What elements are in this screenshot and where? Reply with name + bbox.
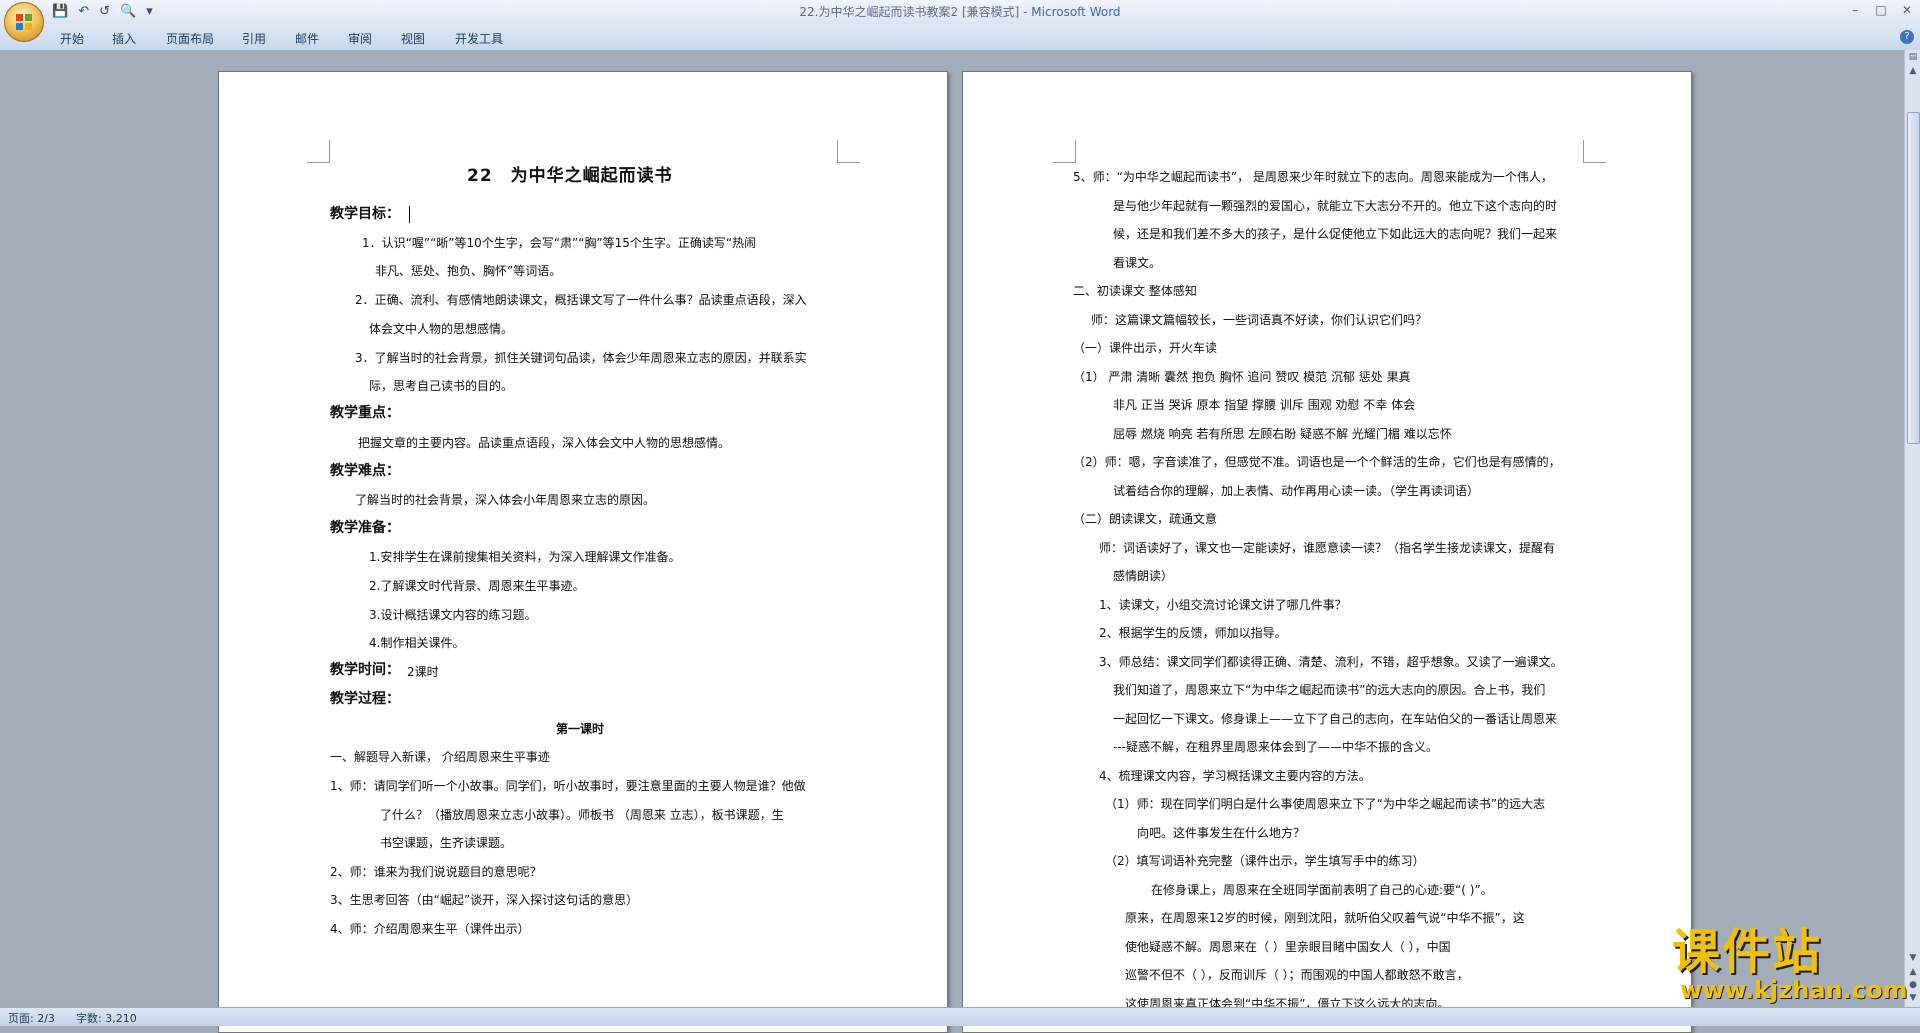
paragraph-line: 是与他少年起就有一颗强烈的爱国心，就能立下大志分不开的。他立下这个志向的时: [1113, 199, 1558, 213]
paragraph-line: 4.制作相关课件。: [369, 636, 465, 650]
scroll-down-icon[interactable]: ▼: [1907, 953, 1919, 964]
status-bar: 页面: 2/3 字数: 3,210: [0, 1007, 1920, 1026]
paragraph-line: 屈辱 燃烧 响亮 若有所思 左顾右盼 疑惑不解 光耀门楣 难以忘怀: [1113, 427, 1452, 441]
section-heading: 教学难点：: [330, 463, 400, 479]
paragraph-line: 际，思考自己读书的目的。: [369, 379, 514, 393]
tab-view[interactable]: 视图: [401, 30, 425, 47]
paragraph-line: （1）师：现在同学们明白是什么事使周恩来立下了“为中华之崛起而读书”的远大志: [1105, 797, 1546, 811]
title-bar: 💾 ↶ ↺ 🔍 ▾ 22.为中华之崛起而读书教案2 [兼容模式] - Micro…: [0, 0, 1920, 24]
section-heading: 教学目标：: [330, 206, 400, 222]
paragraph-line: （一）课件出示，开火车读: [1073, 341, 1218, 355]
paragraph-line: 5、师：“为中华之崛起而读书”， 是周恩来少年时就立下的志向。周恩来能成为一个伟…: [1073, 170, 1553, 184]
paragraph-line: 师：这篇课文篇幅较长，一些词语真不好读，你们认识它们吗？: [1091, 313, 1428, 327]
minimize-icon[interactable]: –: [1842, 0, 1868, 20]
paragraph-line: 非凡、惩处、抱负、胸怀”等词语。: [375, 264, 562, 278]
paragraph-line: 感情朗读）: [1113, 569, 1174, 583]
margin-marker: [307, 140, 330, 163]
paragraph-line: 二、初读课文 整体感知: [1073, 284, 1197, 298]
window-controls: – □ ✕: [1842, 0, 1920, 20]
paragraph-line: 了解当时的社会背景，深入体会小年周恩来立志的原因。: [355, 493, 656, 507]
watermark-text: 课件站: [1672, 924, 1823, 980]
paragraph-line: 书空课题，生齐读课题。: [380, 836, 513, 850]
next-page-icon[interactable]: ▼: [1907, 993, 1919, 1004]
paragraph-line: （1） 严肃 清晰 囊然 抱负 胸怀 追问 赞叹 模范 沉郁 惩处 果真: [1073, 370, 1411, 384]
help-icon[interactable]: ?: [1900, 30, 1914, 44]
section-heading: 教学过程：: [330, 691, 400, 707]
margin-marker: [837, 140, 860, 163]
text-cursor: [409, 206, 410, 223]
previous-page-icon[interactable]: ▲: [1907, 967, 1919, 978]
paragraph-line: 试着结合你的理解，加上表情、动作再用心读一读。（学生再读词语）: [1113, 484, 1480, 498]
paragraph-line: 3．了解当时的社会背景，抓住关键词句品读，体会少年周恩来立志的原因，并联系实: [355, 351, 807, 365]
paragraph-line: 向吧。这件事发生在什么地方？: [1137, 826, 1306, 840]
tab-review[interactable]: 审阅: [348, 30, 372, 47]
scroll-up-icon[interactable]: ▲: [1907, 66, 1919, 77]
paragraph-line: 1、读课文，小组交流讨论课文讲了哪几件事？: [1099, 598, 1347, 612]
tab-home[interactable]: 开始: [60, 30, 84, 47]
tab-mailings[interactable]: 邮件: [295, 30, 319, 47]
paragraph-line: 师：词语读好了，课文也一定能读好，谁愿意读一读？（指名学生接龙读课文，提醒有: [1099, 541, 1556, 555]
paragraph-line: 2．正确、流利、有感情地朗读课文，概括课文写了一件什么事？品读重点语段，深入: [355, 293, 807, 307]
paragraph-line: 1、师：请同学们听一个小故事。同学们，听小故事时，要注意里面的主要人物是谁？他做: [330, 779, 806, 793]
paragraph-line: 一起回忆一下课文。修身课上——立下了自己的志向，在车站伯父的一番话让周恩来: [1113, 712, 1558, 726]
close-icon[interactable]: ✕: [1894, 0, 1920, 20]
restore-icon[interactable]: □: [1868, 0, 1894, 20]
office-button[interactable]: [4, 2, 44, 42]
paragraph-line: 了什么？（播放周恩来立志小故事）。师板书 （周恩来 立志），板书课题，生: [380, 808, 784, 822]
window-title: 22.为中华之崛起而读书教案2 [兼容模式] - Microsoft Word: [799, 5, 1121, 19]
paragraph-line: 3、师总结：课文同学们都读得正确、清楚、流利，不错，超乎想象。又读了一遍课文。: [1099, 655, 1563, 669]
tab-insert[interactable]: 插入: [112, 30, 136, 47]
paragraph-line: 在修身课上，周恩来在全班同学面前表明了自己的心迹:要“( )”。: [1151, 883, 1493, 897]
section-heading: 教学重点：: [330, 405, 400, 421]
select-browse-object-icon[interactable]: ●: [1907, 980, 1919, 991]
paragraph-line: 候，还是和我们差不多大的孩子，是什么促使他立下如此远大的志向呢？我们一起来: [1113, 227, 1558, 241]
paragraph-line: 1.安排学生在课前搜集相关资料，为深入理解课文作准备。: [369, 550, 681, 564]
paragraph-line: ---疑惑不解，在租界里周恩来体会到了——中华不振的含义。: [1113, 740, 1438, 754]
document-page-1: 22 为中华之崛起而读书 教学目标： 1．认识“喔”“晰”等10个生字，会写“肃…: [218, 71, 948, 1033]
paragraph-line: 2、根据学生的反馈，师加以指导。: [1099, 626, 1287, 640]
paragraph-line: 原来，在周恩来12岁的时候，刚到沈阳，就听伯父叹着气说“中华不振”，这: [1125, 911, 1525, 925]
paragraph-line: 看课文。: [1113, 256, 1162, 270]
page-count[interactable]: 页面: 2/3: [8, 1010, 55, 1026]
paragraph-line: 2、师：谁来为我们说说题目的意思呢？: [330, 865, 542, 879]
margin-marker: [1583, 140, 1606, 163]
paragraph-line: 4、师：介绍周恩来生平（课件出示）: [330, 922, 530, 936]
ribbon-tab-bar: 开始 插入 页面布局 引用 邮件 审阅 视图 开发工具 ?: [0, 24, 1920, 51]
margin-marker: [1053, 140, 1076, 163]
paragraph-line: 一、解题导入新课， 介绍周恩来生平事迹: [330, 750, 550, 764]
paragraph-line: 3、生思考回答（由“崛起”谈开，深入探讨这句话的意思）: [330, 893, 639, 907]
paragraph-line: 4、梳理课文内容，学习概括课文主要内容的方法。: [1099, 769, 1371, 783]
watermark-url: www.kjzhan.com: [1680, 976, 1908, 1004]
paragraph-line: 1．认识“喔”“晰”等10个生字，会写“肃”“胸”等15个生字。正确读写“热闹: [362, 236, 757, 250]
scrollbar-thumb[interactable]: [1907, 112, 1920, 444]
subheading-center: 第一课时: [556, 722, 605, 736]
page-title: 22 为中华之崛起而读书: [467, 166, 673, 186]
paragraph-line: 把握文章的主要内容。品读重点语段，深入体会文中人物的思想感情。: [358, 436, 731, 450]
paragraph-line: 巡警不但不（ ），反而训斥（ ）；而围观的中国人都敢怒不敢言，: [1125, 968, 1469, 982]
paragraph-line: （2）师：嗯，字音读准了，但感觉不准。词语也是一个个鲜活的生命，它们也是有感情的…: [1073, 455, 1561, 469]
paragraph-line: 使他疑惑不解。周恩来在（ ）里亲眼目睹中国女人（ ），中国: [1125, 940, 1451, 954]
watermark-logo: 课件站 www.kjzhan.com: [1668, 924, 1908, 1004]
section-heading: 教学时间：: [330, 662, 400, 678]
ruler-toggle-icon[interactable]: ▤: [1907, 52, 1919, 63]
paragraph-line: 3.设计概括课文内容的练习题。: [369, 608, 537, 622]
word-count[interactable]: 字数: 3,210: [76, 1010, 137, 1026]
vertical-scrollbar[interactable]: ▤ ▲ ▼ ▲ ● ▼: [1904, 50, 1920, 1007]
paragraph-line: 我们知道了，周恩来立下“为中华之崛起而读书”的远大志向的原因。合上书，我们: [1113, 683, 1546, 697]
tab-page-layout[interactable]: 页面布局: [166, 30, 214, 47]
paragraph-line: （2）填写词语补充完整（课件出示，学生填写手中的练习）: [1105, 854, 1425, 868]
tab-developer[interactable]: 开发工具: [455, 30, 503, 47]
office-logo-icon: [16, 14, 32, 30]
paragraph-line: （二）朗读课文，疏通文意: [1073, 512, 1218, 526]
section-heading: 教学准备：: [330, 520, 400, 536]
paragraph-line: 体会文中人物的思想感情。: [369, 322, 514, 336]
paragraph-line: 非凡 正当 哭诉 原本 指望 撑腰 训斥 围观 劝慰 不幸 体会: [1113, 398, 1416, 412]
paragraph-line: 2课时: [407, 665, 439, 679]
document-page-2: 5、师：“为中华之崛起而读书”， 是周恩来少年时就立下的志向。周恩来能成为一个伟…: [962, 71, 1692, 1033]
tab-references[interactable]: 引用: [242, 30, 266, 47]
paragraph-line: 2.了解课文时代背景、周恩来生平事迹。: [369, 579, 585, 593]
